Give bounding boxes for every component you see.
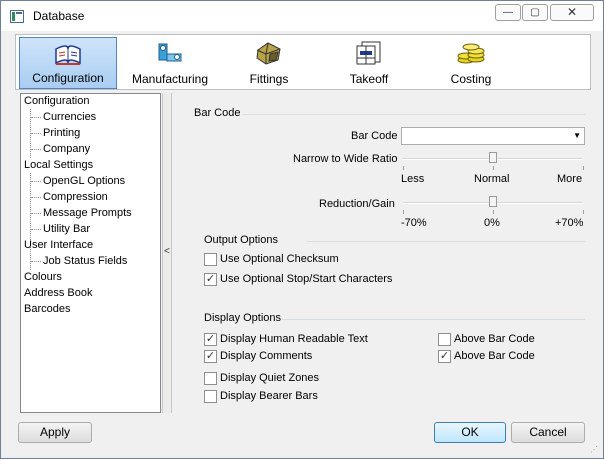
tree-item-address-book[interactable]: Address Book [24, 286, 92, 301]
reduction-mid-label: 0% [484, 217, 500, 229]
ratio-tick [403, 166, 404, 170]
above-barcode-checkbox-1[interactable] [438, 333, 451, 346]
ok-button[interactable]: OK [434, 422, 506, 443]
ratio-tick [583, 166, 584, 170]
minimize-button[interactable]: — [495, 4, 521, 21]
reduction-tick [403, 210, 404, 214]
title-bar: Database — ▢ ✕ [1, 1, 603, 31]
takeoff-icon [356, 41, 381, 65]
tree-item-message-prompts[interactable]: Message Prompts [31, 206, 132, 221]
reduction-slider[interactable] [403, 196, 583, 210]
ratio-tick [493, 166, 494, 170]
reduction-tick [583, 210, 584, 214]
tree-item-company[interactable]: Company [30, 142, 90, 157]
dropdown-arrow-icon: ▼ [573, 131, 581, 140]
stopstart-checkbox[interactable]: ✓ [204, 273, 217, 286]
tree-item-utility-bar[interactable]: Utility Bar [30, 222, 90, 237]
book-icon [55, 45, 81, 65]
bearer-bars-checkbox[interactable] [204, 390, 217, 403]
toolbar-fittings-label: Fittings [249, 72, 289, 86]
reduction-min-label: -70% [401, 217, 427, 229]
checksum-label[interactable]: Use Optional Checksum [220, 253, 339, 265]
toolbar-manufacturing-label: Manufacturing [131, 72, 209, 86]
barcode-type-label: Bar Code [351, 130, 398, 142]
tree-item-user-interface[interactable]: User Interface [24, 238, 93, 253]
window-title: Database [33, 9, 85, 23]
toolbar-takeoff[interactable]: Takeoff [320, 37, 418, 89]
toolbar-takeoff-label: Takeoff [349, 72, 389, 86]
above-barcode-label-2[interactable]: Above Bar Code [454, 350, 535, 362]
settings-tree: Configuration Currencies Printing Compan… [20, 93, 161, 413]
tree-item-configuration[interactable]: Configuration [24, 94, 89, 109]
category-toolbar: Configuration Manufacturing Fittings Tak… [15, 34, 591, 90]
ratio-label: Narrow to Wide Ratio [293, 153, 398, 165]
tree-item-barcodes[interactable]: Barcodes [24, 302, 70, 317]
apply-button[interactable]: Apply [18, 422, 92, 443]
app-icon [10, 10, 24, 23]
section-divider [243, 114, 585, 115]
ratio-slider-thumb[interactable] [489, 152, 497, 163]
machine-icon [158, 43, 182, 62]
bearer-bars-label[interactable]: Display Bearer Bars [220, 390, 318, 402]
ratio-slider[interactable] [403, 152, 583, 166]
section-divider [307, 241, 585, 242]
cancel-button[interactable]: Cancel [511, 422, 585, 443]
stopstart-label[interactable]: Use Optional Stop/Start Characters [220, 273, 392, 285]
ratio-min-label: Less [401, 173, 425, 185]
quiet-zones-checkbox[interactable] [204, 372, 217, 385]
fitting-icon [256, 42, 281, 65]
checksum-checkbox[interactable] [204, 253, 217, 266]
tree-item-local-settings[interactable]: Local Settings [24, 158, 93, 173]
ratio-mid-label: Normal [474, 173, 510, 185]
above-barcode-checkbox-2[interactable]: ✓ [438, 350, 451, 363]
toolbar-configuration-label: Configuration [32, 71, 104, 85]
resize-grip-icon[interactable]: ⋰ [590, 445, 600, 455]
tree-item-printing[interactable]: Printing [30, 126, 80, 141]
toolbar-manufacturing[interactable]: Manufacturing [121, 37, 219, 89]
panel-splitter[interactable]: < [162, 93, 172, 413]
toolbar-configuration[interactable]: Configuration [19, 37, 117, 89]
comments-label[interactable]: Display Comments [220, 350, 312, 362]
tree-item-compression[interactable]: Compression [31, 190, 108, 205]
coins-icon [457, 43, 485, 64]
reduction-slider-thumb[interactable] [489, 196, 497, 207]
maximize-button[interactable]: ▢ [522, 4, 548, 21]
human-readable-label[interactable]: Display Human Readable Text [220, 333, 368, 345]
toolbar-costing-label: Costing [450, 72, 492, 86]
toolbar-costing[interactable]: Costing [422, 37, 520, 89]
toolbar-fittings[interactable]: Fittings [220, 37, 318, 89]
quiet-zones-label[interactable]: Display Quiet Zones [220, 372, 319, 384]
ratio-max-label: More [557, 173, 583, 185]
output-options-title: Output Options [204, 234, 278, 246]
reduction-tick [493, 210, 494, 214]
comments-checkbox[interactable]: ✓ [204, 350, 217, 363]
tree-item-colours[interactable]: Colours [24, 270, 62, 285]
tree-item-job-status-fields[interactable]: Job Status Fields [30, 254, 127, 269]
reduction-label: Reduction/Gain [319, 198, 395, 210]
section-divider [282, 319, 585, 320]
barcode-section-title: Bar Code [194, 107, 241, 119]
database-window: Database — ▢ ✕ Configuration Manufacturi… [0, 0, 604, 459]
close-button[interactable]: ✕ [550, 4, 594, 21]
tree-item-currencies[interactable]: Currencies [30, 110, 96, 125]
display-options-title: Display Options [204, 312, 282, 324]
above-barcode-label-1[interactable]: Above Bar Code [454, 333, 535, 345]
barcode-type-dropdown[interactable]: ▼ [401, 127, 585, 145]
human-readable-checkbox[interactable]: ✓ [204, 333, 217, 346]
reduction-max-label: +70% [555, 217, 584, 229]
collapse-arrow-icon[interactable]: < [164, 246, 170, 257]
tree-item-opengl-options[interactable]: OpenGL Options [30, 174, 125, 189]
